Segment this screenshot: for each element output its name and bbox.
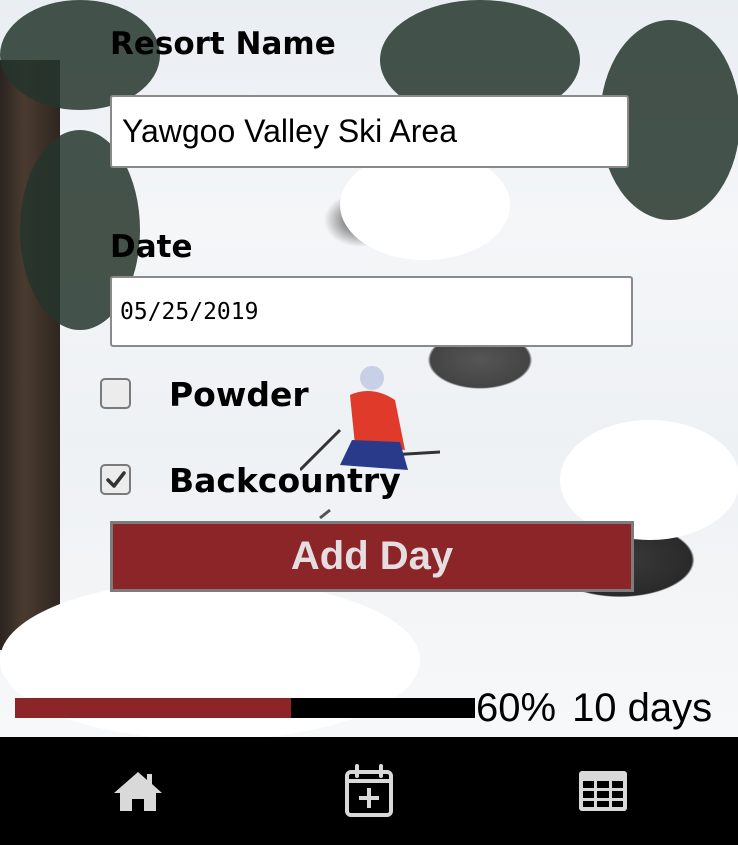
checkmark-icon <box>105 470 126 488</box>
progress-bar-fill <box>15 698 291 718</box>
powder-checkbox[interactable] <box>100 378 131 409</box>
nav-home[interactable] <box>15 737 261 845</box>
powder-label: Powder <box>169 375 309 414</box>
resort-name-label: Resort Name <box>110 26 336 62</box>
progress-readout: 60% 10 days <box>476 686 728 731</box>
progress-bar <box>15 698 475 718</box>
nav-history[interactable] <box>480 737 726 845</box>
progress-percent: 60% <box>476 686 557 730</box>
table-icon <box>579 771 627 811</box>
progress-days: 10 days <box>572 686 713 730</box>
date-input[interactable]: 05/25/2019 <box>110 276 633 347</box>
nav-add-day[interactable] <box>246 737 492 845</box>
resort-name-input[interactable] <box>110 95 629 168</box>
date-label: Date <box>110 229 193 265</box>
home-icon <box>114 772 162 811</box>
add-day-button[interactable]: Add Day <box>110 521 634 592</box>
backcountry-label: Backcountry <box>169 461 401 500</box>
date-value: 05/25/2019 <box>120 298 259 325</box>
backcountry-checkbox[interactable] <box>100 464 131 495</box>
calendar-add-icon <box>345 764 393 817</box>
bottom-nav <box>0 737 738 845</box>
